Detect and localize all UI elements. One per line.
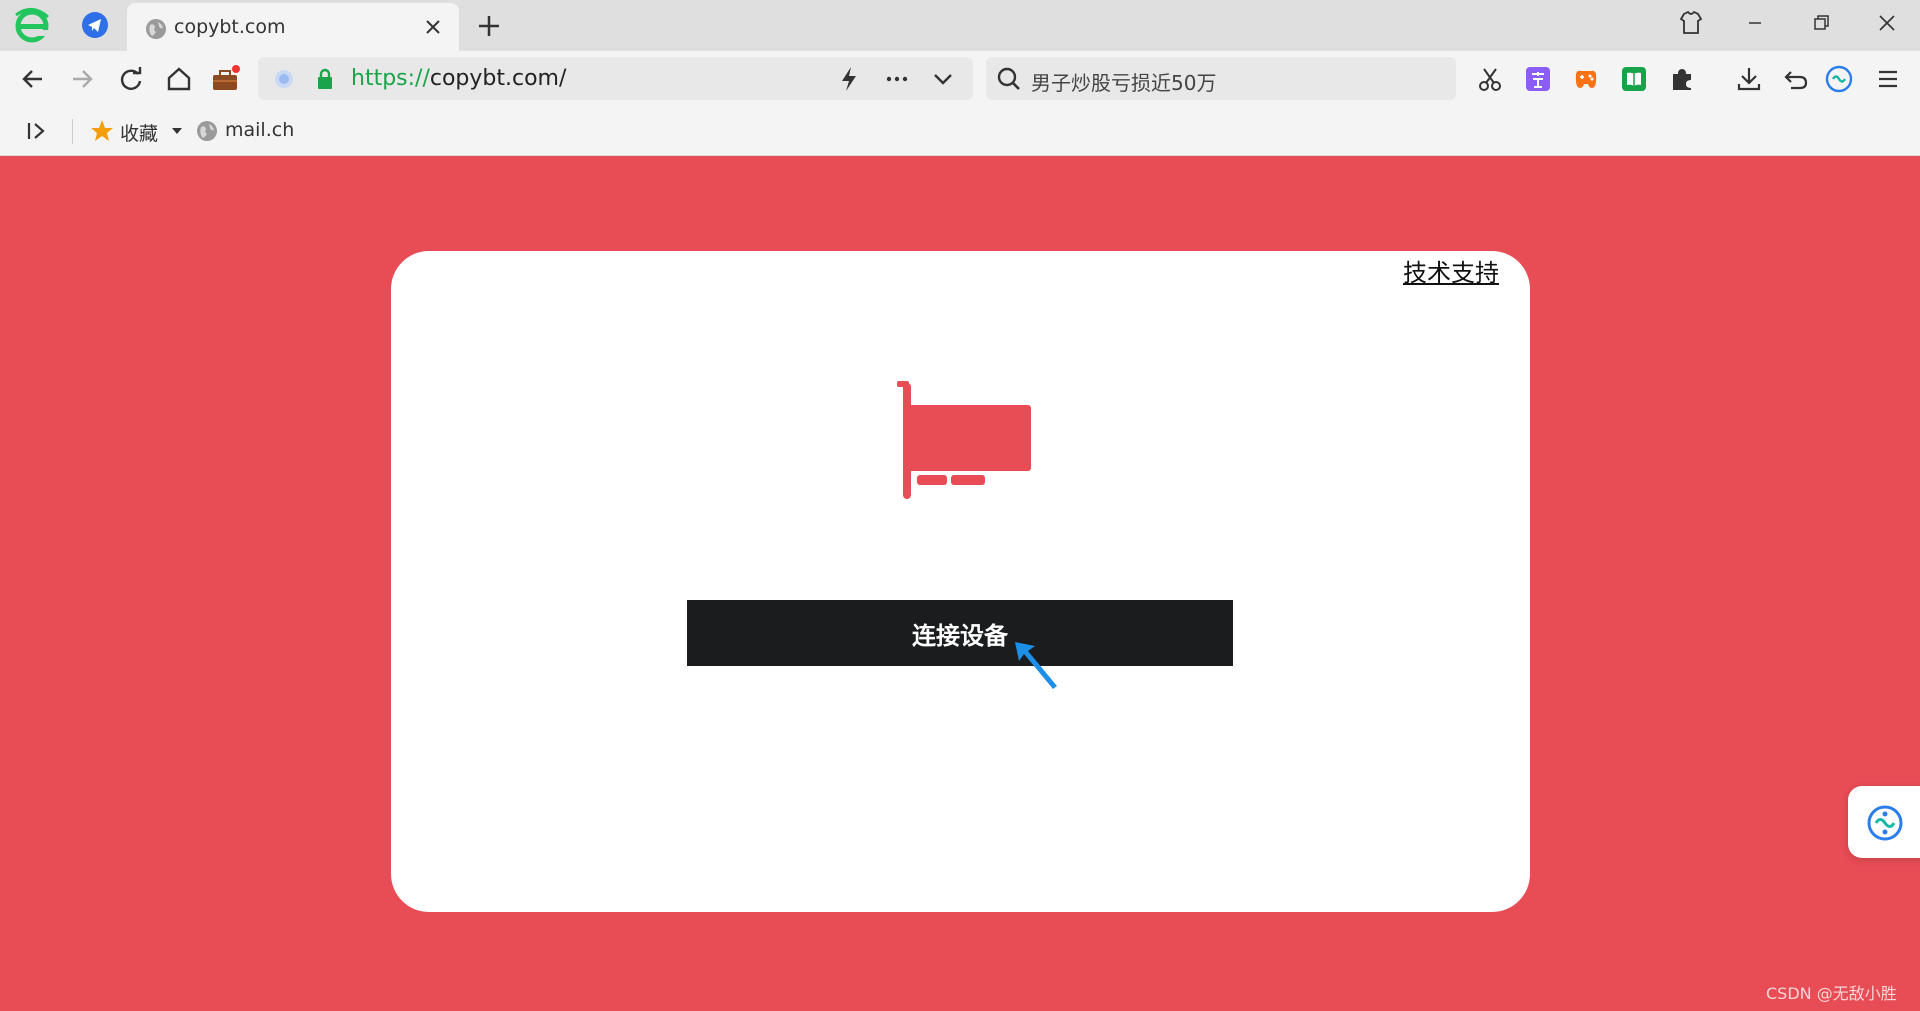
tab-bar: copybt.com (0, 0, 1920, 51)
star-icon (91, 120, 113, 141)
reload-icon[interactable] (116, 64, 146, 94)
bookmarks-bar: 收藏 mail.ch (0, 107, 1920, 156)
minimize-icon[interactable] (1740, 8, 1770, 38)
site-info-icon[interactable] (273, 68, 295, 90)
new-tab-icon[interactable] (476, 13, 502, 39)
favorites-label[interactable]: 收藏 (120, 119, 158, 146)
lock-icon (318, 68, 332, 89)
main-card: 技术支持 连接设备 (391, 251, 1530, 912)
home-icon[interactable] (164, 64, 194, 94)
more-icon[interactable] (884, 67, 910, 91)
tech-support-link[interactable]: 技术支持 (1403, 253, 1499, 288)
gamepad-icon[interactable] (1571, 64, 1601, 94)
skin-icon[interactable] (1676, 8, 1706, 38)
restore-icon[interactable] (1806, 8, 1836, 38)
menu-icon[interactable] (1873, 64, 1903, 94)
connect-device-button[interactable]: 连接设备 (687, 600, 1233, 666)
search-box[interactable]: 男子炒股亏损近50万 (986, 57, 1456, 100)
assistant-icon[interactable] (1824, 64, 1854, 94)
url-host: copybt.com/ (429, 66, 567, 91)
chevron-down-icon[interactable] (930, 67, 956, 91)
mouse-cursor-icon (1015, 642, 1057, 689)
globe-icon (146, 19, 166, 39)
page-content: 技术支持 连接设备 CSDN @无敌小胜 (0, 156, 1920, 1011)
download-icon[interactable] (1734, 64, 1764, 94)
url-scheme: https:// (351, 66, 430, 91)
search-query: 男子炒股亏损近50万 (1031, 71, 1217, 95)
assistant-icon (1867, 805, 1903, 841)
search-icon (997, 67, 1020, 90)
briefcase-icon[interactable] (210, 64, 240, 94)
url-text[interactable]: https://copybt.com/ (351, 66, 566, 91)
globe-icon (197, 121, 217, 141)
navigation-toolbar: https://copybt.com/ 男子炒股亏损近50万 (0, 51, 1920, 107)
close-tab-icon[interactable] (423, 17, 443, 37)
active-tab[interactable]: copybt.com (127, 3, 459, 51)
scissors-icon[interactable] (1475, 64, 1505, 94)
translate-icon[interactable] (1523, 64, 1553, 94)
close-window-icon[interactable] (1872, 8, 1902, 38)
book-icon[interactable] (1619, 64, 1649, 94)
floating-assistant-button[interactable] (1848, 786, 1920, 858)
browser-logo-icon[interactable] (12, 5, 52, 45)
forward-icon[interactable] (67, 64, 97, 94)
telegram-icon[interactable] (81, 11, 109, 39)
sidebar-toggle-icon[interactable] (24, 118, 50, 144)
mail-bookmark[interactable]: mail.ch (225, 119, 294, 141)
back-icon[interactable] (18, 64, 48, 94)
watermark-text: CSDN @无敌小胜 (1766, 984, 1897, 1003)
address-bar[interactable]: https://copybt.com/ (258, 57, 973, 100)
caret-down-icon[interactable] (170, 124, 184, 138)
bookmarks-divider (72, 119, 73, 144)
extensions-icon[interactable] (1667, 64, 1697, 94)
network-card-icon (897, 381, 1031, 499)
undo-icon[interactable] (1781, 64, 1811, 94)
tab-title: copybt.com (174, 16, 286, 38)
lightning-icon[interactable] (836, 65, 862, 93)
